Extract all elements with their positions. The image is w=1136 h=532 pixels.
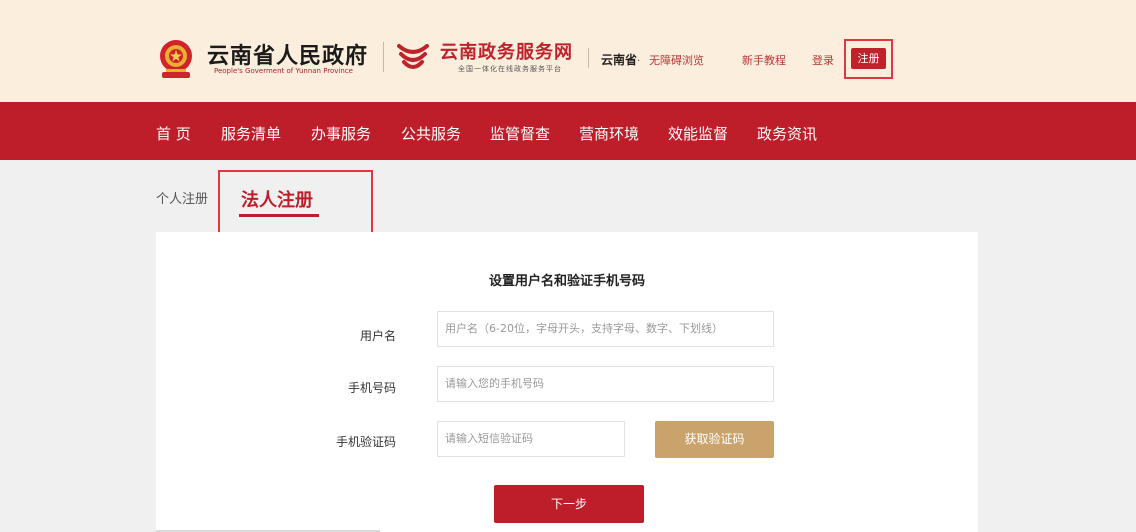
username-input[interactable]: 用户名（6-20位，字母开头，支持字母、数字、下划线）: [437, 311, 774, 347]
nav-item-affairs[interactable]: 办事服务: [311, 123, 371, 144]
phone-input[interactable]: 请输入您的手机号码: [437, 366, 774, 402]
sms-code-label: 手机验证码: [335, 435, 396, 449]
header-divider: [588, 48, 589, 68]
tab-personal-register[interactable]: 个人注册: [156, 188, 208, 207]
nav-item-home[interactable]: 首 页: [156, 123, 191, 144]
nav-item-supervision[interactable]: 监管督查: [490, 123, 550, 144]
nav-item-news[interactable]: 政务资讯: [757, 123, 817, 144]
nav-item-public-service[interactable]: 公共服务: [401, 123, 461, 144]
main-nav: 首 页 服务清单 办事服务 公共服务 监管督查 营商环境 效能监督 政务资讯: [0, 102, 1136, 160]
guide-link[interactable]: 新手教程: [742, 52, 786, 68]
region-caret: ·: [637, 56, 641, 67]
service-logo-icon: [397, 44, 429, 69]
gov-title: 云南省人民政府: [207, 44, 369, 69]
accessibility-link[interactable]: 无障碍浏览: [649, 52, 704, 68]
top-header: 云南省人民政府 People's Goverment of Yunnan Pro…: [0, 0, 1136, 102]
region-selector[interactable]: 云南省·: [601, 51, 640, 68]
nav-item-service-list[interactable]: 服务清单: [221, 123, 281, 144]
form-title: 设置用户名和验证手机号码: [488, 274, 645, 289]
legal-tab-highlight-box: [218, 170, 373, 234]
gov-subtitle: People's Goverment of Yunnan Province: [214, 67, 353, 75]
service-subtitle: 全国一体化在线政务服务平台: [458, 65, 562, 73]
register-form-card: 设置用户名和验证手机号码 用户名 用户名（6-20位，字母开头，支持字母、数字、…: [156, 232, 978, 532]
login-link[interactable]: 登录: [812, 52, 834, 68]
header-divider: [383, 42, 384, 72]
username-label: 用户名: [359, 329, 396, 343]
get-code-button[interactable]: 获取验证码: [655, 421, 774, 458]
next-step-button[interactable]: 下一步: [494, 485, 644, 523]
region-label: 云南省: [601, 53, 638, 67]
nav-item-business-env[interactable]: 营商环境: [579, 123, 639, 144]
register-highlight-box: [844, 39, 893, 79]
national-emblem-icon: [160, 40, 192, 78]
nav-item-efficiency[interactable]: 效能监督: [668, 123, 728, 144]
service-title: 云南政务服务网: [440, 42, 573, 63]
phone-label: 手机号码: [347, 381, 396, 395]
sms-code-input[interactable]: 请输入短信验证码: [437, 421, 625, 457]
